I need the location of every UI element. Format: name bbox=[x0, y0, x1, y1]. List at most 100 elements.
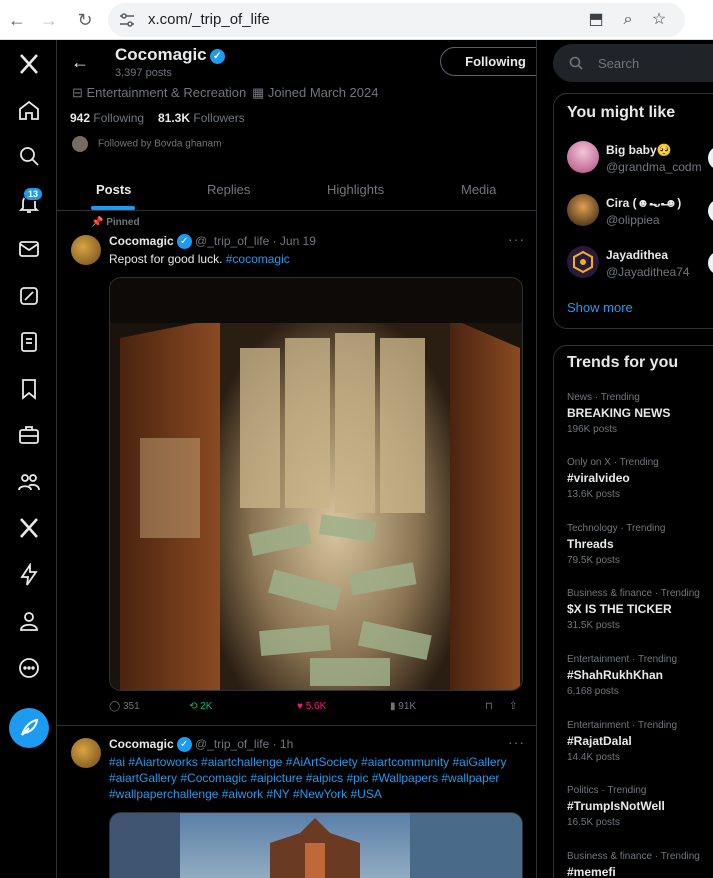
follow-button[interactable] bbox=[708, 199, 713, 223]
bookmark-button[interactable]: ⊓ bbox=[485, 701, 493, 712]
compose-post-button[interactable] bbox=[9, 708, 49, 748]
show-more-link[interactable]: Show more bbox=[567, 300, 633, 315]
suggestion-handle: @grandma_codm bbox=[606, 160, 702, 174]
tweet-author[interactable]: Cocomagic ✓ @_trip_of_life · Jun 19 bbox=[109, 234, 316, 249]
repost-button[interactable]: ⟲ 2K bbox=[189, 701, 212, 712]
tweet-image[interactable] bbox=[109, 812, 523, 878]
avatar bbox=[567, 194, 599, 226]
trend-item[interactable]: Only on X · Trending #viralvideo 13.6K pos… bbox=[567, 457, 713, 500]
messages-icon[interactable] bbox=[17, 237, 41, 261]
category-icon: ⊟ bbox=[72, 85, 87, 100]
trend-item[interactable]: Politics · Trending #TrumpIsNotWell 16.5K … bbox=[567, 785, 713, 828]
trend-item[interactable]: Entertainment · Trending #ShahRukhKhan 6,1… bbox=[567, 654, 713, 697]
bookmark-star-icon[interactable]: ☆ bbox=[649, 10, 669, 30]
right-sidebar: Search You might like Big baby🥺 @grandma… bbox=[537, 40, 713, 878]
tab-posts[interactable]: Posts bbox=[96, 182, 131, 197]
profile-icon[interactable] bbox=[17, 609, 41, 633]
tweet-author[interactable]: Cocomagic ✓ @_trip_of_life · 1h bbox=[109, 737, 293, 752]
follower-avatar bbox=[72, 136, 88, 152]
joined-label: Joined March 2024 bbox=[267, 85, 379, 100]
trend-item[interactable]: News · Trending BREAKING NEWS 196K posts bbox=[567, 392, 713, 435]
avatar[interactable] bbox=[71, 738, 101, 768]
tab-media[interactable]: Media bbox=[461, 182, 496, 197]
share-icon[interactable]: ⇧ bbox=[509, 701, 517, 712]
browser-toolbar: ← → ↻ x.com/_trip_of_life ⬒ ⌕ ☆ bbox=[0, 0, 713, 40]
tweet-image[interactable] bbox=[109, 277, 523, 691]
following-stat[interactable]: 942 Following bbox=[70, 111, 144, 125]
trend-item[interactable]: Entertainment · Trending #RajatDalal 14.4K… bbox=[567, 720, 713, 763]
profile-title: Cocomagic ✓ bbox=[115, 45, 225, 65]
explore-icon[interactable] bbox=[17, 144, 41, 168]
suggestion-name: Big baby🥺 bbox=[606, 143, 672, 157]
tweet[interactable]: Cocomagic ✓ @_trip_of_life · 1h ··· #ai #… bbox=[57, 726, 536, 878]
category-label: Entertainment & Recreation bbox=[86, 85, 247, 100]
communities-icon[interactable] bbox=[17, 470, 41, 494]
zoom-icon[interactable]: ⌕ bbox=[618, 10, 638, 30]
tab-replies[interactable]: Replies bbox=[207, 182, 250, 197]
tweet-actions: ◯ 351 ⟲ 2K ♥ 5.6K ▮ 91K ⊓ ⇧ bbox=[109, 701, 524, 717]
tweet-pinned[interactable]: 📌 Pinned Cocomagic ✓ @_trip_of_life · Jun… bbox=[57, 211, 536, 725]
grok-icon[interactable] bbox=[17, 284, 41, 308]
reload-icon[interactable]: ↻ bbox=[74, 9, 96, 31]
joined-row: ▦ Joined March 2024 bbox=[252, 85, 378, 101]
views-button[interactable]: ▮ 91K bbox=[390, 701, 416, 712]
like-button[interactable]: ♥ 5.6K bbox=[297, 701, 326, 712]
avatar[interactable] bbox=[71, 235, 101, 265]
calendar-icon: ▦ bbox=[252, 85, 268, 100]
suggestion-name: Jayadithea bbox=[606, 248, 669, 262]
follow-button[interactable] bbox=[708, 146, 713, 170]
followers-stat[interactable]: 81.3K Followers bbox=[158, 111, 245, 125]
back-icon[interactable]: ← bbox=[6, 9, 28, 31]
feather-icon bbox=[21, 718, 39, 736]
premium-x-icon[interactable] bbox=[17, 516, 41, 540]
verified-orgs-icon[interactable] bbox=[17, 562, 41, 587]
lists-icon[interactable] bbox=[17, 330, 41, 354]
search-placeholder: Search bbox=[598, 56, 640, 71]
card-title: Trends for you bbox=[567, 354, 679, 371]
profile-tabs: Posts Replies Highlights Media bbox=[57, 168, 536, 211]
home-icon[interactable] bbox=[17, 98, 41, 122]
jayadithea-logo-icon bbox=[573, 250, 593, 274]
trend-item[interactable]: Business & finance · Trending $X IS THE T… bbox=[567, 588, 713, 631]
more-icon[interactable]: ··· bbox=[508, 734, 525, 750]
bookmarks-icon[interactable] bbox=[17, 377, 41, 401]
followed-by[interactable]: Followed by Bovda ghanam bbox=[72, 136, 221, 152]
suggestion-handle: @Jayadithea74 bbox=[606, 265, 690, 279]
follow-button[interactable] bbox=[708, 251, 713, 275]
reply-icon: ◯ bbox=[109, 701, 123, 712]
avatar bbox=[567, 141, 599, 173]
trend-item[interactable]: Technology · Trending Threads 79.5K posts bbox=[567, 523, 713, 566]
suggestion-name: Cira (☻-̶̶ᴗ-̶̶☻) bbox=[606, 196, 682, 210]
category-row: ⊟ Entertainment & Recreation bbox=[72, 85, 246, 101]
x-logo-icon[interactable] bbox=[17, 52, 41, 76]
verified-badge-icon: ✓ bbox=[209, 49, 225, 64]
tab-highlights[interactable]: Highlights bbox=[327, 182, 384, 197]
tweet-hashtags[interactable]: #ai #Aiartoworks #aiartchallenge #AiArtS… bbox=[109, 754, 524, 802]
jobs-icon[interactable] bbox=[17, 423, 41, 447]
money-vault-image bbox=[110, 278, 522, 690]
search-icon bbox=[569, 56, 583, 70]
back-arrow-icon[interactable]: ← bbox=[71, 52, 89, 73]
address-bar[interactable]: x.com/_trip_of_life ⬒ ⌕ ☆ bbox=[108, 3, 685, 37]
city-building-image bbox=[110, 813, 522, 878]
left-navigation: 13 bbox=[0, 40, 57, 878]
tweet-text: Repost for good luck. #cocomagic bbox=[109, 252, 290, 266]
more-icon[interactable]: ··· bbox=[508, 231, 525, 247]
forward-icon[interactable]: → bbox=[38, 9, 60, 31]
following-button[interactable]: Following bbox=[440, 47, 536, 76]
install-app-icon[interactable]: ⬒ bbox=[586, 10, 606, 30]
avatar bbox=[567, 246, 599, 278]
notifications-badge: 13 bbox=[23, 187, 44, 201]
posts-count: 3,397 posts bbox=[115, 67, 172, 79]
search-box[interactable]: Search bbox=[553, 44, 713, 82]
card-title: You might like bbox=[567, 104, 676, 121]
trend-item[interactable]: Business & finance · Trending #memefi bbox=[567, 851, 713, 878]
pin-icon: 📌 bbox=[91, 217, 107, 228]
profile-header-bar: ← Cocomagic ✓ 3,397 posts Following bbox=[57, 40, 536, 82]
repost-icon: ⟲ bbox=[189, 701, 201, 712]
main-column: ← Cocomagic ✓ 3,397 posts Following ⊟ Ent… bbox=[57, 40, 537, 878]
site-settings-icon[interactable] bbox=[118, 11, 136, 29]
hashtag-link[interactable]: #cocomagic bbox=[226, 252, 290, 266]
more-options-icon[interactable] bbox=[17, 656, 41, 680]
reply-button[interactable]: ◯ 351 bbox=[109, 701, 140, 712]
